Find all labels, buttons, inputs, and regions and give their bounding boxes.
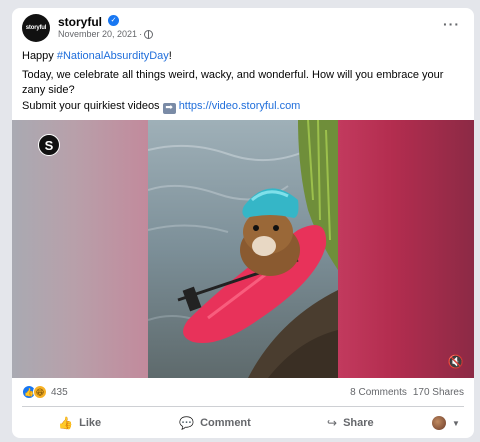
text-prefix: Happy: [22, 50, 57, 62]
chevron-down-icon: ▼: [452, 418, 460, 428]
post-card: storyful storyful ✓ November 20, 2021 · …: [12, 8, 474, 438]
page-name-link[interactable]: storyful: [58, 15, 102, 29]
submit-text: Submit your quirkiest videos: [22, 100, 160, 112]
post-meta: November 20, 2021 ·: [58, 29, 154, 39]
video-blur-right: [338, 120, 474, 378]
guinea-pig-kayak-image: [147, 120, 338, 378]
post-submit-line: Submit your quirkiest videos ➡ https://v…: [22, 99, 464, 114]
share-label: Share: [343, 417, 374, 429]
actions-divider: [22, 406, 464, 407]
post-date[interactable]: November 20, 2021: [58, 29, 137, 39]
share-icon: ↪: [327, 416, 338, 430]
comment-button[interactable]: 💬 Comment: [147, 409, 282, 437]
globe-icon: [144, 29, 154, 39]
reactions-summary[interactable]: 👍 😆 435: [22, 385, 68, 399]
mute-icon[interactable]: 🔇: [448, 355, 464, 370]
video-frame[interactable]: [147, 120, 338, 378]
like-icon: 👍: [58, 416, 74, 430]
hashtag-link[interactable]: #NationalAbsurdityDay: [57, 50, 169, 62]
post-header: storyful storyful ✓ November 20, 2021 · …: [12, 8, 474, 44]
like-label: Like: [79, 417, 102, 429]
submit-link[interactable]: https://video.storyful.com: [179, 100, 301, 112]
profile-avatar: [432, 416, 447, 430]
storyful-logo: S: [38, 134, 60, 156]
verified-badge-icon: ✓: [108, 15, 119, 26]
video-player[interactable]: S 🔇: [12, 120, 474, 378]
right-arrow-icon: ➡: [162, 103, 176, 114]
meta-separator: ·: [139, 29, 143, 39]
shares-count-link[interactable]: 170 Shares: [413, 387, 464, 398]
post-text-line1: Happy #NationalAbsurdityDay!: [22, 49, 464, 64]
video-blur-left: [12, 120, 148, 378]
post-stats: 👍 😆 435 8 Comments 170 Shares: [12, 382, 474, 404]
more-options-button[interactable]: ···: [443, 16, 460, 32]
text-suffix: !: [168, 50, 172, 62]
like-button[interactable]: 👍 Like: [12, 409, 147, 437]
comments-count-link[interactable]: 8 Comments: [350, 387, 407, 398]
reaction-count: 435: [51, 386, 68, 398]
audience-selector-button[interactable]: ▼: [418, 409, 474, 437]
action-bar: 👍 Like 💬 Comment ↪ Share ▼: [12, 409, 474, 437]
share-button[interactable]: ↪ Share: [283, 409, 418, 437]
engagement-counts: 8 Comments 170 Shares: [350, 387, 464, 398]
comment-icon: 💬: [179, 416, 195, 430]
comment-label: Comment: [200, 417, 251, 429]
page-avatar[interactable]: storyful: [22, 14, 50, 42]
haha-reaction-icon: 😆: [33, 385, 47, 399]
post-body-text: Today, we celebrate all things weird, wa…: [22, 69, 444, 96]
